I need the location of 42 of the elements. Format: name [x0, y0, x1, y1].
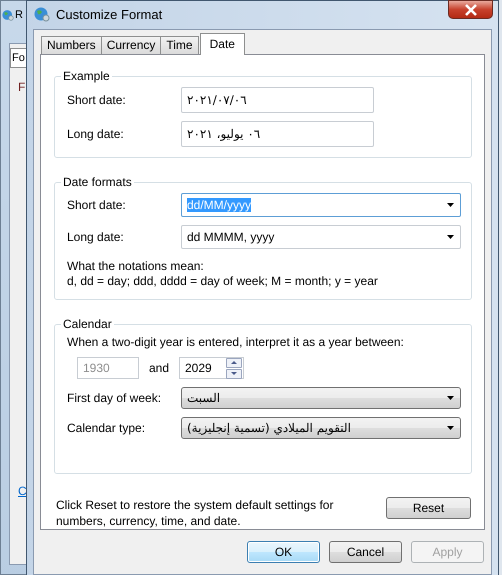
field-label: Calendar type: — [67, 421, 146, 435]
window-title: R — [15, 9, 23, 21]
tab[interactable]: Date — [200, 33, 245, 55]
dialog-button[interactable]: Cancel — [329, 541, 402, 563]
dropdown-arrow-icon — [447, 396, 454, 400]
spin-down-icon[interactable] — [226, 368, 242, 378]
notation-text: d, dd = day; ddd, dddd = day of week; M = month; y = year — [67, 274, 379, 289]
reset-button[interactable]: Reset — [386, 497, 471, 519]
group-title: Calendar — [62, 317, 113, 331]
dropdown-arrow-icon — [447, 235, 454, 239]
window-title: Customize Format — [56, 6, 162, 22]
globe-icon — [2, 9, 14, 21]
link[interactable]: C — [18, 484, 27, 498]
tab[interactable]: Numbers — [41, 36, 102, 54]
and-label: and — [148, 361, 170, 375]
year-prompt: When a two-digit year is entered, interpret it as a year between: — [67, 335, 405, 349]
year-spin-box[interactable]: 2029 — [179, 357, 244, 379]
group-title: Date formats — [62, 175, 133, 189]
reset-note: Click Reset to restore the system default settings for numbers, currency, time, and date. — [56, 497, 334, 529]
field-label: Long date: — [67, 127, 125, 141]
format-combo-box[interactable]: dd MMMM, yyyy — [181, 225, 461, 249]
example-field: ٢٠٢١/٠٧/٠٦ — [181, 87, 374, 113]
group-title: Example — [62, 69, 111, 83]
example-field: ٠٦ يوليو، ٢٠٢١ — [181, 121, 374, 147]
dropdown-arrow-icon — [447, 426, 454, 430]
dropdown-arrow-icon — [447, 203, 454, 207]
close-icon — [464, 4, 478, 16]
dropdown[interactable]: السبت — [181, 387, 461, 409]
globe-icon — [34, 6, 50, 22]
tab[interactable]: Currency — [100, 36, 162, 54]
field-label: Short date: — [67, 93, 127, 107]
tab[interactable]: Time — [160, 36, 199, 54]
dropdown[interactable]: التقويم الميلادي (تسمية إنجليزية) — [181, 417, 461, 439]
field-label: Short date: — [67, 198, 127, 212]
field-label: Long date: — [67, 230, 125, 244]
field-label: First day of week: — [67, 391, 162, 405]
spin-up-icon[interactable] — [226, 358, 242, 368]
tab[interactable]: Fo — [10, 48, 27, 68]
dialog-button[interactable]: OK — [247, 541, 320, 563]
close-button[interactable] — [448, 0, 493, 19]
label: F — [18, 80, 26, 94]
notation-text: What the notations mean: — [67, 259, 205, 274]
